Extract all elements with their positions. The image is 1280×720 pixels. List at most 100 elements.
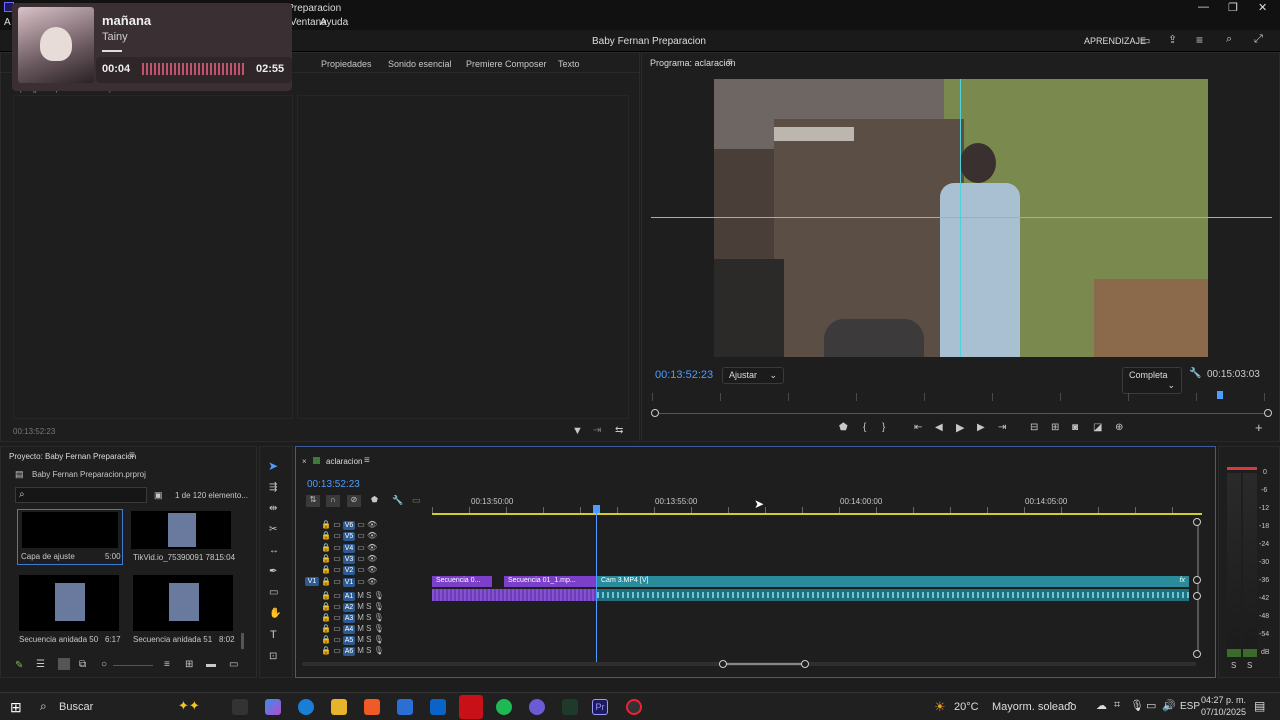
wrench-icon[interactable]: 🔧 [1189, 368, 1201, 379]
list-view-icon[interactable]: ☰ [36, 659, 45, 670]
weather-desc[interactable]: Mayorm. soleado [992, 701, 1076, 713]
timeline-settings-icon[interactable]: 🔧 [392, 495, 403, 506]
scroll-handle[interactable] [1193, 518, 1201, 526]
automate-icon[interactable]: ⊞ [185, 659, 193, 670]
minimize-button[interactable]: — [1198, 1, 1209, 13]
track-header-a5[interactable]: 🔒 ▭ A5 M S 🎙 [321, 635, 384, 645]
track-header-a4[interactable]: 🔒 ▭ A4 M S 🎙 [321, 624, 384, 634]
search-icon[interactable]: ⌕ [1226, 33, 1232, 46]
edge-icon[interactable] [298, 699, 314, 715]
clip-indicator[interactable] [1227, 467, 1257, 470]
project-search-input[interactable]: ⌕ [15, 487, 147, 503]
close-button[interactable]: ✕ [1258, 1, 1267, 14]
type-tool-icon[interactable]: T [270, 629, 277, 641]
icon-view-icon[interactable] [58, 658, 70, 670]
track-header-v2[interactable]: 🔒 ▭ V2 ▭ 👁 [321, 565, 377, 575]
source-patch-v1[interactable]: V1 [305, 577, 319, 586]
tray-usb-icon[interactable]: ⌗ [1114, 699, 1120, 712]
zoom-handle-right[interactable] [1264, 409, 1272, 417]
tab-premiere-composer[interactable]: Premiere Composer [466, 59, 547, 69]
add-button-icon[interactable]: + [1255, 420, 1263, 435]
razor-tool-icon[interactable]: ✂ [269, 524, 277, 535]
mark-in-icon[interactable]: { [863, 422, 866, 433]
go-to-in-icon[interactable]: ⇤ [914, 422, 922, 433]
track-header-a1[interactable]: 🔒 ▭ A1 M S 🎙 [321, 591, 384, 601]
camera-icon[interactable]: ◙ [1072, 422, 1078, 433]
weather-icon[interactable]: ☀ [934, 699, 946, 715]
captions-icon[interactable]: ▭ [412, 495, 421, 506]
audio-clip[interactable] [432, 589, 596, 601]
sort-icon[interactable]: ≡ [164, 659, 170, 670]
tray-chevron-icon[interactable]: ⌃ [1066, 700, 1075, 713]
caption-tool-icon[interactable]: ⊡ [269, 651, 277, 662]
close-tab-icon[interactable]: × [302, 457, 307, 466]
brave-icon[interactable] [364, 699, 380, 715]
audio-clip[interactable] [597, 589, 1189, 601]
zoom-handle-right[interactable] [801, 660, 809, 668]
time-ruler[interactable] [652, 393, 1272, 401]
guide-vertical[interactable] [960, 79, 961, 357]
pencil-icon[interactable]: ✎ [15, 660, 23, 671]
zoom-bar[interactable] [656, 413, 1268, 414]
export-frame-icon[interactable]: ⇥ [593, 425, 601, 436]
panel-menu-icon[interactable]: ≡ [129, 450, 135, 461]
vr-icon[interactable]: ⊕ [1115, 422, 1123, 433]
outlook-icon[interactable] [430, 699, 446, 715]
program-timecode[interactable]: 00:13:52:23 [655, 369, 713, 381]
maximize-button[interactable]: ❐ [1228, 1, 1238, 14]
task-view-icon[interactable] [232, 699, 248, 715]
zoom-handle-left[interactable] [719, 660, 727, 668]
pen-tool-icon[interactable]: ✒ [269, 566, 277, 577]
tab-propiedades[interactable]: Propiedades [321, 59, 372, 69]
project-item[interactable]: Secuencia anidada 51 8:02 [131, 573, 241, 645]
panel-menu-icon[interactable]: ≡ [364, 455, 370, 466]
go-to-out-icon[interactable]: ⇥ [998, 422, 1006, 433]
scroll-handle[interactable] [1193, 650, 1201, 658]
timeline-playhead-head[interactable] [593, 505, 600, 513]
language-indicator[interactable]: ESP [1180, 701, 1200, 712]
volume-icon[interactable]: 🔊 [1162, 699, 1176, 712]
freeform-view-icon[interactable]: ⧉ [79, 659, 86, 670]
tab-sonido-esencial[interactable]: Sonido esencial [388, 59, 452, 69]
program-tab[interactable]: Programa: aclaracion [650, 58, 736, 68]
store-icon[interactable] [397, 699, 413, 715]
clip-video[interactable]: Secuencia 0... [432, 576, 492, 587]
weather-temp[interactable]: 20°C [954, 701, 979, 713]
bin-icon[interactable]: ▣ [154, 490, 163, 501]
menu-item-archivo[interactable]: A [4, 17, 11, 28]
taskbar-search[interactable]: ⌕ Buscar ✦✦ [32, 696, 212, 718]
progress-bar[interactable] [102, 50, 122, 52]
clock-time[interactable]: 04:27 p. m. [1201, 695, 1246, 705]
ripple-edit-tool-icon[interactable]: ⇹ [269, 503, 277, 514]
track-scrollbar[interactable] [1197, 518, 1199, 656]
app-circle-icon[interactable] [626, 699, 642, 715]
snap-icon[interactable]: ∩ [326, 495, 340, 507]
mark-out-icon[interactable]: } [882, 422, 885, 433]
settings-icon[interactable]: ⇆ [615, 425, 623, 436]
selection-tool-icon[interactable]: ➤ [268, 459, 278, 473]
premiere-pro-icon[interactable]: Pr [592, 699, 608, 715]
panel-icon[interactable]: ▭ [1140, 34, 1150, 47]
clip-video[interactable]: Secuencia 01_1.mp... [504, 576, 596, 587]
learn-button[interactable]: APRENDIZAJE [1084, 36, 1146, 46]
slip-tool-icon[interactable]: ↔ [269, 545, 279, 556]
clip-video[interactable]: Cam 3.MP4 [V] fx [597, 576, 1189, 587]
new-item-icon[interactable]: ▭ [229, 659, 238, 670]
timeline-tab[interactable]: aclaracion [326, 457, 362, 466]
windows-start-icon[interactable]: ⊞ [10, 699, 22, 716]
step-back-icon[interactable]: ◀ [935, 422, 943, 433]
share-icon[interactable]: ⇪ [1168, 33, 1177, 46]
solo-right-button[interactable]: S [1247, 661, 1252, 670]
filter-icon[interactable]: ▼ [572, 425, 583, 437]
track-header-a6[interactable]: 🔒 ▭ A6 M S 🎙 [321, 646, 384, 656]
track-header-v5[interactable]: 🔒 ▭ V5 ▭ 👁 [321, 531, 377, 541]
project-scrollbar[interactable] [241, 633, 244, 649]
zoom-handle-left[interactable] [651, 409, 659, 417]
tab-texto[interactable]: Texto [558, 59, 580, 69]
menu-item-ayuda[interactable]: Ayuda [320, 17, 348, 28]
video-frame[interactable] [714, 79, 1208, 357]
file-explorer-icon[interactable] [331, 699, 347, 715]
clock-date[interactable]: 07/10/2025 [1201, 707, 1246, 717]
project-item[interactable]: Capa de ajuste 5:00 [17, 509, 123, 565]
project-item[interactable]: Secuencia anidada 50 6:17 [17, 573, 127, 645]
